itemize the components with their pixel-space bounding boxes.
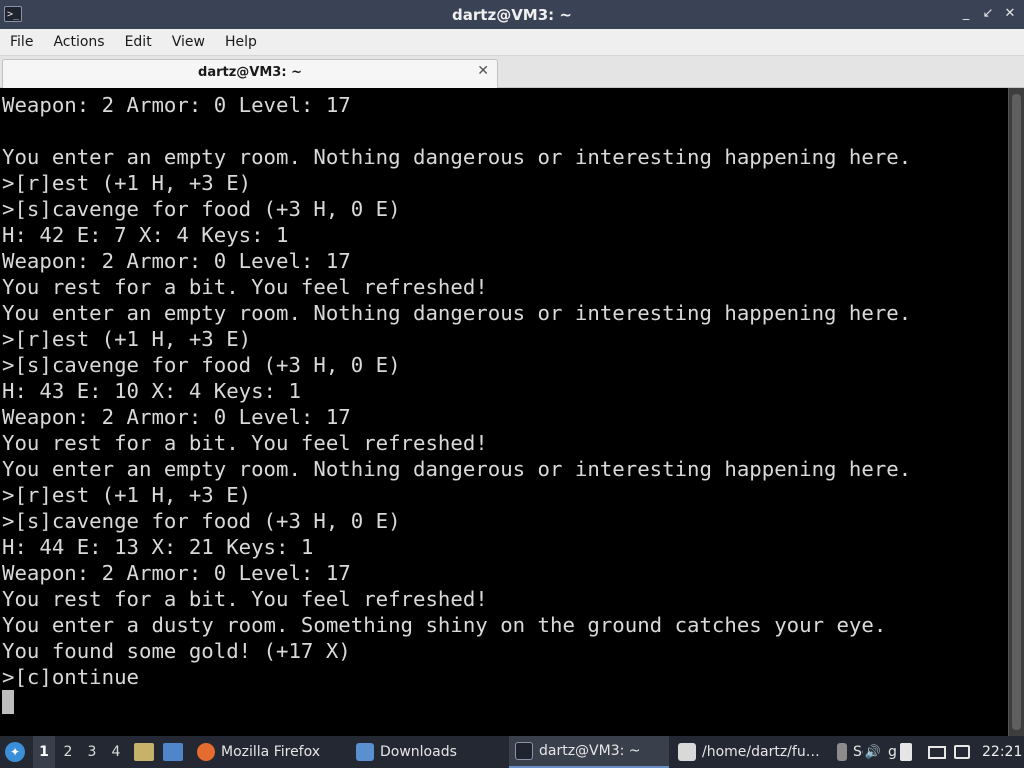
file-manager-icon — [134, 743, 154, 761]
terminal-line: >[s]cavenge for food (+3 H, 0 E) — [2, 509, 401, 533]
maximize-button[interactable]: ↙ — [980, 5, 996, 23]
taskbar-window-label: Mozilla Firefox — [221, 744, 321, 760]
terminal-line: H: 43 E: 10 X: 4 Keys: 1 — [2, 379, 301, 403]
taskbar-window-label: Downloads — [380, 744, 457, 760]
monitor-icon — [928, 745, 946, 759]
taskbar-window-terminal[interactable]: dartz@VM3: ~ — [509, 736, 669, 768]
tab-terminal[interactable]: dartz@VM3: ~ ✕ — [2, 59, 498, 88]
text-editor-icon — [678, 743, 696, 761]
terminal-lines: Weapon: 2 Armor: 0 Level: 17 You enter an… — [2, 92, 911, 690]
start-menu-icon: ✦ — [5, 742, 25, 762]
taskbar-window-label: dartz@VM3: ~ — [539, 743, 641, 759]
taskbar-window-editor[interactable]: /home/dartz/fu… — [672, 736, 832, 768]
terminal-line: You enter an empty room. Nothing dangero… — [2, 301, 912, 325]
tray-partial-label: g — [888, 744, 897, 760]
tab-close-icon[interactable]: ✕ — [477, 63, 489, 79]
terminal-line: You rest for a bit. You feel refreshed! — [2, 431, 488, 455]
window-title: dartz@VM3: ~ — [452, 5, 572, 24]
terminal-output[interactable]: Weapon: 2 Armor: 0 Level: 17 You enter an… — [0, 88, 1008, 736]
minimize-button[interactable]: _ — [958, 5, 974, 23]
display-tray[interactable] — [928, 736, 946, 768]
firefox-icon — [197, 743, 215, 761]
terminal-line: >[r]est (+1 H, +3 E) — [2, 171, 252, 195]
terminal-icon — [515, 742, 533, 760]
clipboard-tray[interactable] — [900, 736, 912, 768]
taskbar-window-label: Se — [853, 744, 863, 760]
terminal-line: You enter an empty room. Nothing dangero… — [2, 145, 912, 169]
clipboard-icon — [900, 743, 912, 761]
menubar: File Actions Edit View Help — [0, 29, 1024, 56]
show-desktop-icon — [163, 743, 183, 761]
terminal-line: You enter an empty room. Nothing dangero… — [2, 457, 912, 481]
terminal-line: >[r]est (+1 H, +3 E) — [2, 483, 252, 507]
terminal-line: >[s]cavenge for food (+3 H, 0 E) — [2, 197, 401, 221]
taskbar-window-label: /home/dartz/fu… — [702, 744, 820, 760]
close-button[interactable]: ✕ — [1002, 5, 1018, 23]
tab-bar: dartz@VM3: ~ ✕ — [0, 56, 1024, 88]
menu-help[interactable]: Help — [215, 34, 267, 50]
terminal-line: You enter a dusty room. Something shiny … — [2, 613, 887, 637]
terminal-line: >[r]est (+1 H, +3 E) — [2, 327, 252, 351]
quicklaunch-desktop[interactable] — [163, 736, 183, 768]
terminal-line: Weapon: 2 Armor: 0 Level: 17 — [2, 405, 351, 429]
workspace-1[interactable]: 1 — [33, 736, 55, 768]
quicklaunch-files[interactable] — [134, 736, 154, 768]
menu-view[interactable]: View — [162, 34, 215, 50]
terminal-line: Weapon: 2 Armor: 0 Level: 17 — [2, 93, 351, 117]
settings-icon — [837, 743, 847, 761]
terminal-line: >[s]cavenge for food (+3 H, 0 E) — [2, 353, 401, 377]
scrollbar-thumb[interactable] — [1012, 94, 1021, 730]
taskbar-window-firefox[interactable]: Mozilla Firefox — [191, 736, 347, 768]
folder-icon — [356, 743, 374, 761]
window-controls: _ ↙ ✕ — [958, 5, 1018, 23]
terminal-line: Weapon: 2 Armor: 0 Level: 17 — [2, 561, 351, 585]
tab-label: dartz@VM3: ~ — [198, 65, 302, 80]
terminal-line: You rest for a bit. You feel refreshed! — [2, 275, 488, 299]
taskbar-window-downloads[interactable]: Downloads — [350, 736, 506, 768]
terminal-line: H: 42 E: 7 X: 4 Keys: 1 — [2, 223, 289, 247]
taskbar-window-settings[interactable]: Se — [835, 736, 865, 768]
terminal-line: You rest for a bit. You feel refreshed! — [2, 587, 488, 611]
workspace-2[interactable]: 2 — [57, 736, 79, 768]
terminal-cursor — [2, 690, 14, 714]
terminal-line: >[c]ontinue — [2, 665, 140, 689]
volume-icon[interactable]: 🔊 — [865, 736, 881, 768]
clock[interactable]: 22:21 — [982, 736, 1022, 768]
network-icon — [954, 745, 970, 759]
terminal-line: H: 44 E: 13 X: 21 Keys: 1 — [2, 535, 314, 559]
terminal-icon: >_ — [4, 6, 22, 22]
menu-edit[interactable]: Edit — [115, 34, 162, 50]
terminal-line: You found some gold! (+17 X) — [2, 639, 351, 663]
menu-file[interactable]: File — [0, 34, 43, 50]
start-menu-button[interactable]: ✦ — [5, 736, 25, 768]
window-titlebar[interactable]: >_ dartz@VM3: ~ _ ↙ ✕ — [0, 0, 1024, 29]
workspace-4[interactable]: 4 — [105, 736, 127, 768]
network-tray[interactable] — [954, 736, 970, 768]
terminal-scrollbar[interactable] — [1008, 88, 1024, 736]
menu-actions[interactable]: Actions — [43, 34, 114, 50]
workspace-3[interactable]: 3 — [81, 736, 103, 768]
terminal-line: Weapon: 2 Armor: 0 Level: 17 — [2, 249, 351, 273]
taskbar: ✦ 1 2 3 4 Mozilla Firefox Downloads dart… — [0, 736, 1024, 768]
